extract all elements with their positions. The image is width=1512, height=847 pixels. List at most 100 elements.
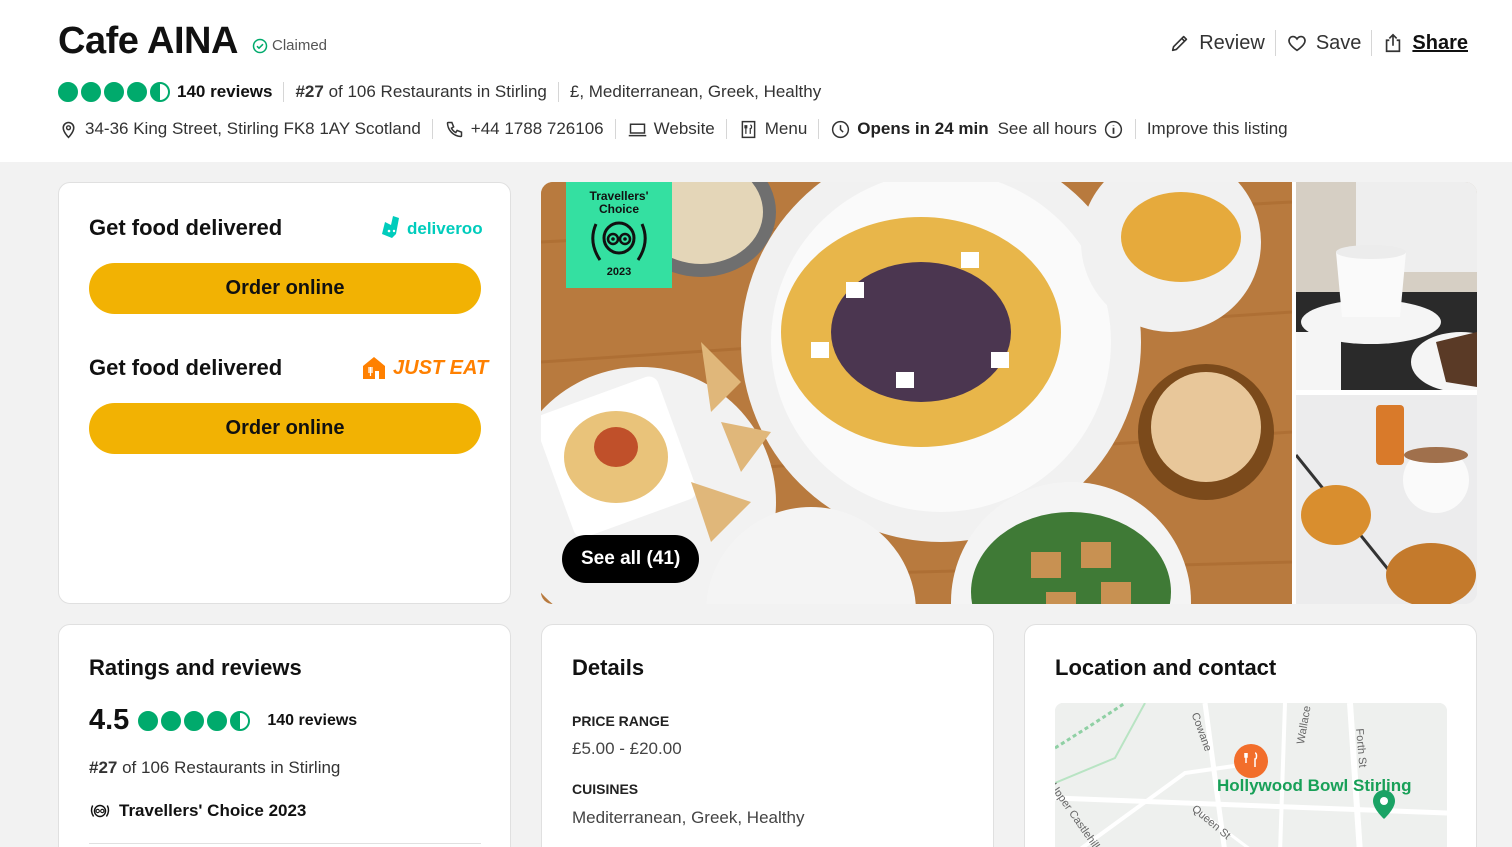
just-eat-logo: JUST EAT [361, 355, 488, 381]
improve-listing-link[interactable]: Improve this listing [1147, 119, 1288, 139]
just-eat-house-icon [363, 357, 385, 379]
map-pin-icon [62, 121, 75, 138]
order-online-just-eat-button[interactable]: Order online [89, 403, 481, 454]
ranking-link[interactable]: #27 of 106 Restaurants in Stirling [295, 82, 546, 102]
ratings-heading: Ratings and reviews [89, 655, 302, 680]
claimed-badge[interactable]: Claimed [252, 37, 327, 54]
order-online-deliveroo-button[interactable]: Order online [89, 263, 481, 314]
scone-photo-illustration [1294, 395, 1477, 604]
badge-year: 2023 [606, 266, 632, 278]
website-link[interactable]: Website [627, 119, 715, 140]
map-roads [1055, 703, 1447, 847]
rating-bubble-icon [81, 82, 101, 102]
cuisine-tags[interactable]: £, Mediterranean, Greek, Healthy [570, 82, 821, 102]
details-card: Details PRICE RANGE £5.00 - £20.00 CUISI… [541, 624, 994, 847]
cuisines-value: Mediterranean, Greek, Healthy [572, 808, 805, 827]
location-map[interactable]: Cowane Wallace St Forth St Queen St Uppe… [1055, 703, 1447, 847]
pencil-icon [1172, 35, 1188, 52]
claimed-label: Claimed [272, 37, 328, 54]
photo-gallery: Travellers' Choice 2023 See all (41) [541, 182, 1477, 604]
deliveroo-wordmark: deliveroo [407, 219, 483, 238]
menu-link[interactable]: Menu [738, 119, 808, 140]
owl-laurel-icon [591, 221, 647, 261]
map-place-label: Hollywood Bowl Stirling [1217, 776, 1412, 795]
price-range-label: PRICE RANGE [572, 713, 670, 729]
award-owl-icon [90, 804, 110, 818]
opens-text: Opens in 24 min [857, 119, 989, 138]
ratings-card: Ratings and reviews 4.5 140 reviews #27 … [58, 624, 511, 847]
rank-rest: of 106 Restaurants in Stirling [117, 758, 341, 777]
contact-bar: 34-36 King Street, Stirling FK8 1AY Scot… [58, 117, 1288, 141]
phone-link[interactable]: +44 1788 726106 [444, 119, 604, 140]
divider [725, 119, 727, 139]
price-range-value: £5.00 - £20.00 [572, 739, 682, 758]
rating-bubble-icon [127, 82, 147, 102]
deliveroo-kangaroo-icon [382, 216, 399, 238]
menu-book-icon [741, 120, 756, 138]
cuisines-label: CUISINES [572, 781, 639, 797]
see-all-photos-button[interactable]: See all (41) [562, 535, 700, 583]
address-link[interactable]: 34-36 King Street, Stirling FK8 1AY Scot… [58, 119, 421, 140]
travellers-choice-badge: Travellers' Choice 2023 [566, 182, 672, 288]
heart-icon [1287, 35, 1306, 52]
rank-text: of 106 Restaurants in Stirling [323, 82, 547, 101]
info-icon [1104, 120, 1122, 138]
save-label: Save [1315, 31, 1362, 54]
clock-icon [832, 120, 850, 138]
details-heading: Details [572, 655, 645, 680]
phone-text: +44 1788 726106 [470, 119, 604, 138]
divider [1134, 119, 1136, 139]
main-food-photo[interactable]: Travellers' Choice 2023 See all (41) [541, 182, 1293, 604]
hours-text: See all hours [997, 119, 1097, 138]
phone-icon [446, 121, 463, 137]
divider [283, 82, 285, 102]
rating-bubbles [138, 710, 251, 731]
reviews-count-link[interactable]: 140 reviews [267, 712, 357, 730]
review-button[interactable]: Review [1159, 32, 1275, 55]
badge-line-2: Choice [598, 202, 639, 216]
save-button[interactable]: Save [1276, 32, 1372, 55]
check-circle-icon [252, 38, 268, 53]
divider [431, 119, 433, 139]
review-label: Review [1199, 31, 1265, 54]
rating-bubble-icon [138, 710, 159, 731]
delivery-card: Get food delivered deliveroo Order onlin… [58, 182, 511, 604]
rating-bubble-icon [207, 710, 228, 731]
rating-line: 4.5 140 reviews [89, 704, 357, 737]
rating-score: 4.5 [89, 704, 130, 736]
rating-bubble-half-icon [230, 710, 251, 731]
side-photo-coffee-scones[interactable] [1294, 395, 1477, 604]
rating-summary: 140 reviews #27 of 106 Restaurants in St… [58, 80, 821, 104]
delivery-title: Get food delivered [89, 215, 283, 240]
menu-text: Menu [764, 119, 808, 138]
rank-number: #27 [295, 82, 324, 101]
divider [89, 843, 481, 844]
divider [557, 82, 559, 102]
rating-bubbles [58, 82, 170, 102]
divider [614, 119, 616, 139]
page-title: Cafe AINA [58, 20, 238, 62]
location-card: Location and contact Cowane Wallace St F… [1024, 624, 1477, 847]
address-text: 34-36 King Street, Stirling FK8 1AY Scot… [85, 119, 421, 138]
just-eat-wordmark: JUST EAT [393, 356, 489, 379]
rating-bubble-half-icon [150, 82, 170, 102]
share-button[interactable]: Share [1372, 32, 1478, 55]
reviews-link[interactable]: 140 reviews [177, 82, 272, 102]
header-actions: Review Save Share [1159, 29, 1478, 57]
see-hours-link[interactable]: See all hours [998, 119, 1124, 140]
coffee-photo-illustration [1296, 182, 1477, 392]
delivery-title: Get food delivered [89, 355, 283, 380]
rank-number: #27 [89, 758, 118, 777]
opening-status: Opens in 24 min [830, 119, 989, 140]
listing-header: Cafe AINA Claimed Review Save Share 140 … [0, 0, 1512, 162]
side-photo-coffee-cup[interactable] [1296, 182, 1477, 392]
travellers-choice-award: Travellers' Choice 2023 [89, 800, 306, 822]
laptop-icon [628, 123, 646, 136]
ranking-text: #27 of 106 Restaurants in Stirling [89, 758, 340, 778]
rating-bubble-icon [184, 710, 205, 731]
rating-bubble-icon [58, 82, 78, 102]
share-icon [1386, 33, 1401, 53]
website-text: Website [653, 119, 715, 138]
location-heading: Location and contact [1055, 655, 1277, 680]
award-text: Travellers' Choice 2023 [119, 801, 307, 820]
